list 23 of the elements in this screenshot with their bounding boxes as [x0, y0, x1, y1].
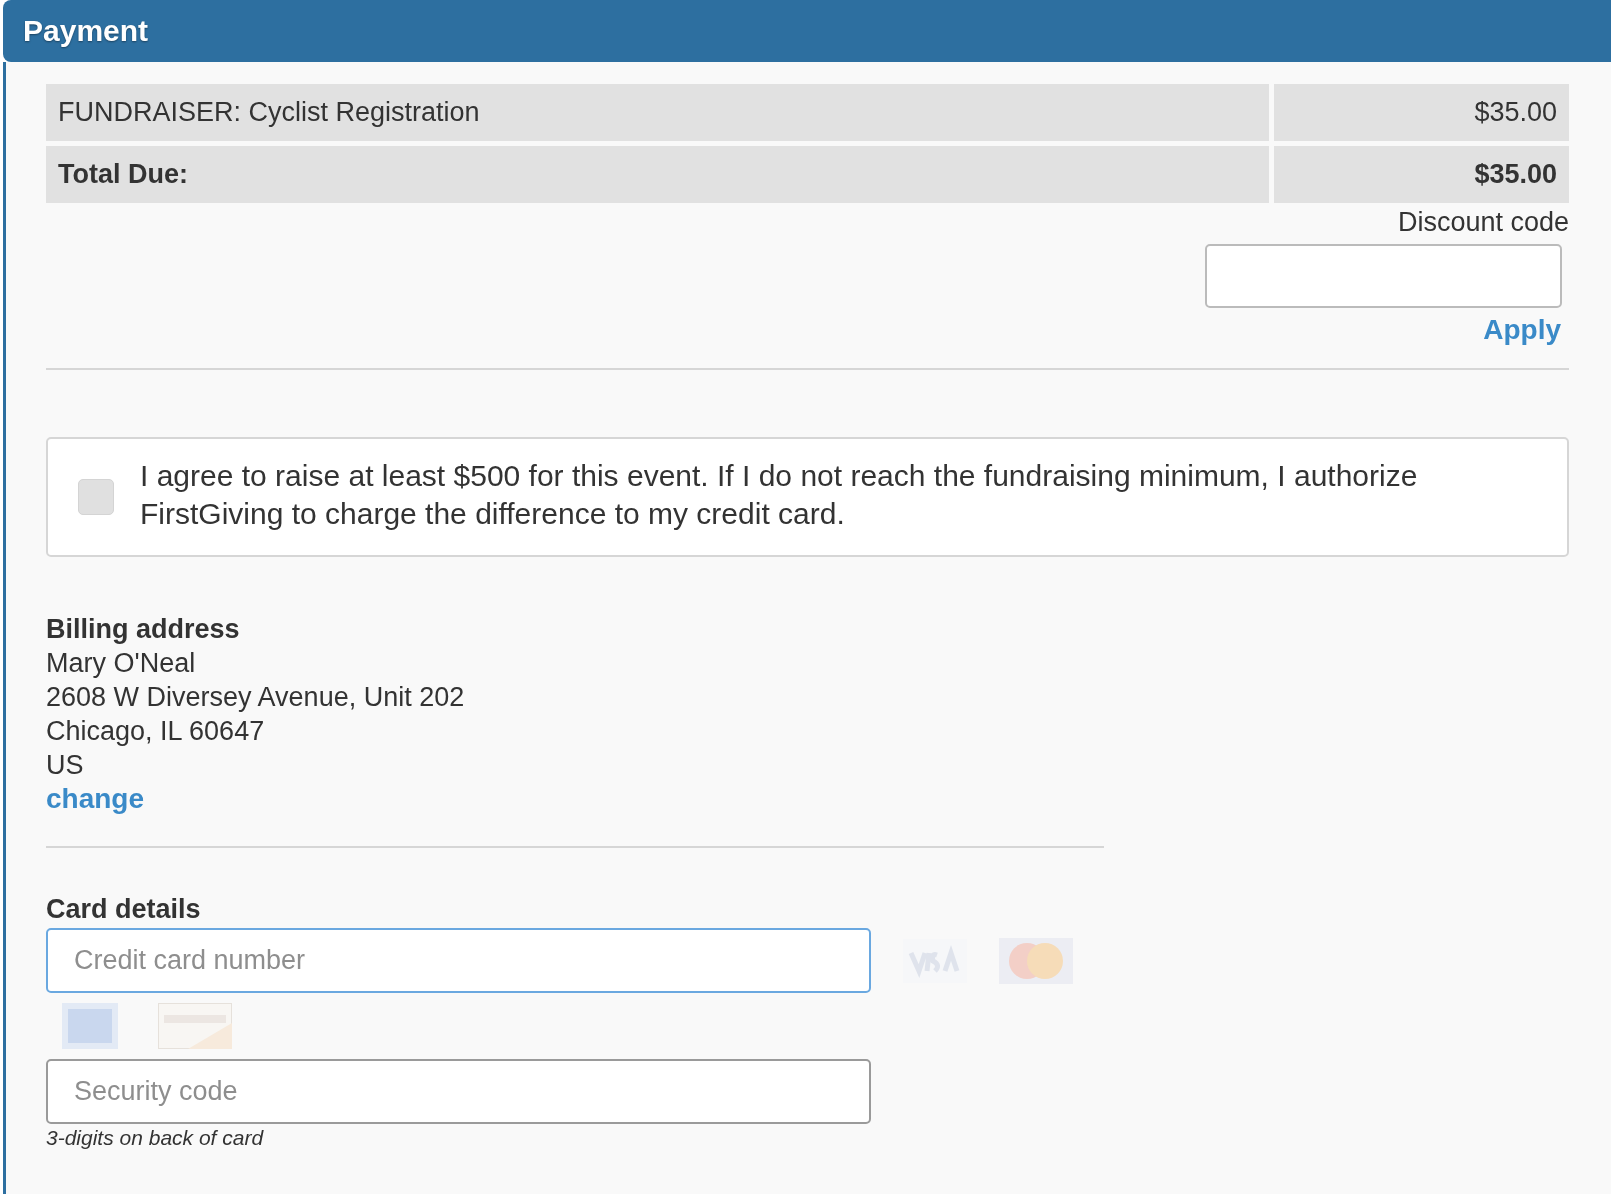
card-logo-icon	[999, 937, 1073, 984]
address-line: 2608 W Diversey Avenue, Unit 202	[46, 681, 465, 714]
agreement-text: I agree to raise at least $500 for this event. If I do not reach the fundraising minimum, I authorize FirstGiving to charge the difference to my credit card.	[140, 458, 1419, 532]
item-label-cell: FUNDRAISER: Cyclist Registration	[46, 84, 1269, 141]
security-code-field[interactable]: Security code	[46, 1059, 871, 1124]
item-label-cell: Total Due:	[46, 146, 1269, 203]
address-line: Mary O'Neal	[46, 647, 196, 680]
item-amount-cell: $35.00	[1274, 84, 1569, 141]
card-logo-icon	[158, 1003, 232, 1049]
panel-title: Payment	[23, 14, 149, 48]
apply-link[interactable]: Apply	[1483, 314, 1561, 346]
card-number-field[interactable]: Credit card number	[46, 928, 871, 993]
security-code-hint: 3-digits on back of card	[46, 1126, 264, 1150]
card-details-heading: Card details	[46, 893, 201, 926]
billing-heading: Billing address	[46, 613, 240, 646]
agreement-checkbox[interactable]	[78, 479, 114, 515]
address-line: Chicago, IL 60647	[46, 715, 265, 748]
card-logo-icon	[62, 1003, 118, 1049]
discount-code-label: Discount code	[1397, 207, 1569, 238]
item-amount-cell: $35.00	[1274, 146, 1569, 203]
change-link[interactable]: change	[46, 782, 145, 816]
discount-code-field[interactable]	[1205, 244, 1562, 308]
address-line: US	[46, 749, 84, 782]
